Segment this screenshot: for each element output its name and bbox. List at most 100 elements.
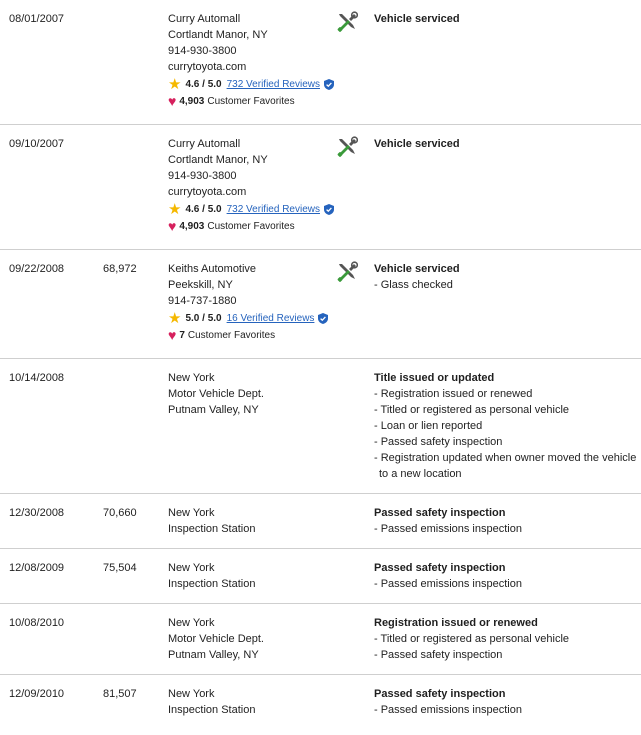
history-table: 08/01/2007 Curry Automall Cortlandt Mano… — [0, 0, 641, 735]
verified-reviews-link[interactable]: 732 Verified Reviews — [227, 202, 320, 218]
source-station: Inspection Station — [168, 704, 256, 716]
rating-line: ★ 5.0 / 5.0 16 Verified Reviews — [168, 310, 329, 327]
record-date: 10/08/2010 — [9, 617, 65, 629]
verified-shield-icon — [318, 313, 329, 324]
record-source: Keiths Automotive Peekskill, NY 914-737-… — [168, 261, 329, 344]
wrench-screwdriver-icon — [337, 261, 358, 282]
record-mileage: 81,507 — [103, 688, 137, 700]
event-detail: - Titled or registered as personal vehic… — [374, 633, 570, 645]
record-source: New York Motor Vehicle Dept. Putnam Vall… — [168, 615, 264, 663]
wrench-screwdriver-icon — [337, 136, 358, 157]
source-name: New York — [168, 617, 215, 629]
record-source: New York Inspection Station — [168, 560, 255, 592]
favorites-count: 4,903 — [179, 220, 205, 232]
record-date: 09/10/2007 — [9, 138, 65, 150]
source-location: Putnam Valley, NY — [168, 404, 259, 416]
source-name: Curry Automall — [168, 13, 241, 25]
source-name: Curry Automall — [168, 138, 241, 150]
history-row: 12/09/2010 81,507 New York Inspection St… — [0, 675, 641, 735]
source-name: New York — [168, 372, 215, 384]
source-name: New York — [168, 688, 215, 700]
verified-reviews-link[interactable]: 16 Verified Reviews — [227, 311, 315, 327]
event-title: Passed safety inspection — [374, 507, 506, 519]
record-mileage: 68,972 — [103, 263, 137, 275]
record-source: New York Motor Vehicle Dept. Putnam Vall… — [168, 370, 264, 418]
favorites-label: Customer Favorites — [207, 220, 295, 232]
record-date: 08/01/2007 — [9, 13, 65, 25]
source-location: Cortlandt Manor, NY — [168, 29, 268, 41]
record-details: Vehicle serviced — [374, 11, 460, 27]
event-detail-continuation: to a new location — [379, 468, 462, 480]
event-title: Title issued or updated — [374, 372, 495, 384]
event-detail: - Titled or registered as personal vehic… — [374, 404, 570, 416]
record-source: New York Inspection Station — [168, 686, 255, 718]
heart-icon: ♥ — [168, 327, 177, 343]
source-name: New York — [168, 562, 215, 574]
record-date: 09/22/2008 — [9, 263, 65, 275]
source-phone: 914-737-1880 — [168, 295, 237, 307]
history-row: 10/14/2008 New York Motor Vehicle Dept. … — [0, 359, 641, 494]
history-row: 09/10/2007 Curry Automall Cortlandt Mano… — [0, 125, 641, 250]
event-detail: - Registration updated when owner moved … — [374, 452, 637, 464]
rating-line: ★ 4.6 / 5.0 732 Verified Reviews — [168, 76, 334, 93]
source-department: Motor Vehicle Dept. — [168, 633, 264, 645]
rating-value: 5.0 / 5.0 — [185, 312, 222, 324]
record-details: Passed safety inspection - Passed emissi… — [374, 686, 522, 718]
source-website[interactable]: currytoyota.com — [168, 184, 334, 200]
favorites-line: ♥ 7 Customer Favorites — [168, 327, 328, 344]
record-details: Passed safety inspection - Passed emissi… — [374, 560, 522, 592]
event-detail: - Passed emissions inspection — [374, 704, 522, 716]
event-title: Passed safety inspection — [374, 688, 506, 700]
source-location: Cortlandt Manor, NY — [168, 154, 268, 166]
history-row: 08/01/2007 Curry Automall Cortlandt Mano… — [0, 0, 641, 125]
record-date: 12/09/2010 — [9, 688, 65, 700]
record-details: Title issued or updated - Registration i… — [374, 370, 636, 482]
rating-value: 4.6 / 5.0 — [185, 78, 222, 90]
source-phone: 914-930-3800 — [168, 170, 237, 182]
event-detail: - Loan or lien reported — [374, 420, 483, 432]
verified-shield-icon — [323, 79, 334, 90]
event-detail: - Passed emissions inspection — [374, 523, 522, 535]
record-mileage: 75,504 — [103, 562, 137, 574]
record-date: 12/30/2008 — [9, 507, 65, 519]
verified-reviews-link[interactable]: 732 Verified Reviews — [227, 77, 320, 93]
record-details: Passed safety inspection - Passed emissi… — [374, 505, 522, 537]
history-row: 12/08/2009 75,504 New York Inspection St… — [0, 549, 641, 604]
rating-value: 4.6 / 5.0 — [185, 203, 222, 215]
favorites-count: 7 — [179, 329, 185, 341]
event-detail: - Passed emissions inspection — [374, 578, 522, 590]
event-title: Passed safety inspection — [374, 562, 506, 574]
source-location: Peekskill, NY — [168, 279, 233, 291]
record-source: New York Inspection Station — [168, 505, 255, 537]
favorites-label: Customer Favorites — [187, 329, 276, 341]
favorites-line: ♥ 4,903 Customer Favorites — [168, 93, 334, 110]
star-icon: ★ — [168, 201, 182, 218]
source-location: Putnam Valley, NY — [168, 649, 259, 661]
heart-icon: ♥ — [168, 218, 177, 234]
record-source: Curry Automall Cortlandt Manor, NY 914-9… — [168, 136, 334, 235]
favorites-count: 4,903 — [179, 95, 205, 107]
record-mileage: 70,660 — [103, 507, 137, 519]
source-name: New York — [168, 507, 215, 519]
record-date: 12/08/2009 — [9, 562, 65, 574]
event-detail: - Passed safety inspection — [374, 649, 503, 661]
source-name: Keiths Automotive — [168, 263, 257, 275]
source-station: Inspection Station — [168, 578, 256, 590]
source-department: Motor Vehicle Dept. — [168, 388, 264, 400]
event-title: Vehicle serviced — [374, 13, 460, 25]
history-row: 09/22/2008 68,972 Keiths Automotive Peek… — [0, 250, 641, 359]
source-phone: 914-930-3800 — [168, 45, 237, 57]
star-icon: ★ — [168, 76, 182, 93]
event-detail: - Glass checked — [374, 279, 453, 291]
favorites-label: Customer Favorites — [207, 95, 295, 107]
verified-shield-icon — [323, 204, 334, 215]
wrench-screwdriver-icon — [337, 11, 358, 32]
record-details: Vehicle serviced — [374, 136, 460, 152]
record-details: Registration issued or renewed - Titled … — [374, 615, 569, 663]
event-title: Vehicle serviced — [374, 263, 460, 275]
source-website[interactable]: currytoyota.com — [168, 59, 334, 75]
event-title: Registration issued or renewed — [374, 617, 538, 629]
event-detail: - Passed safety inspection — [374, 436, 503, 448]
event-title: Vehicle serviced — [374, 138, 460, 150]
history-row: 12/30/2008 70,660 New York Inspection St… — [0, 494, 641, 549]
